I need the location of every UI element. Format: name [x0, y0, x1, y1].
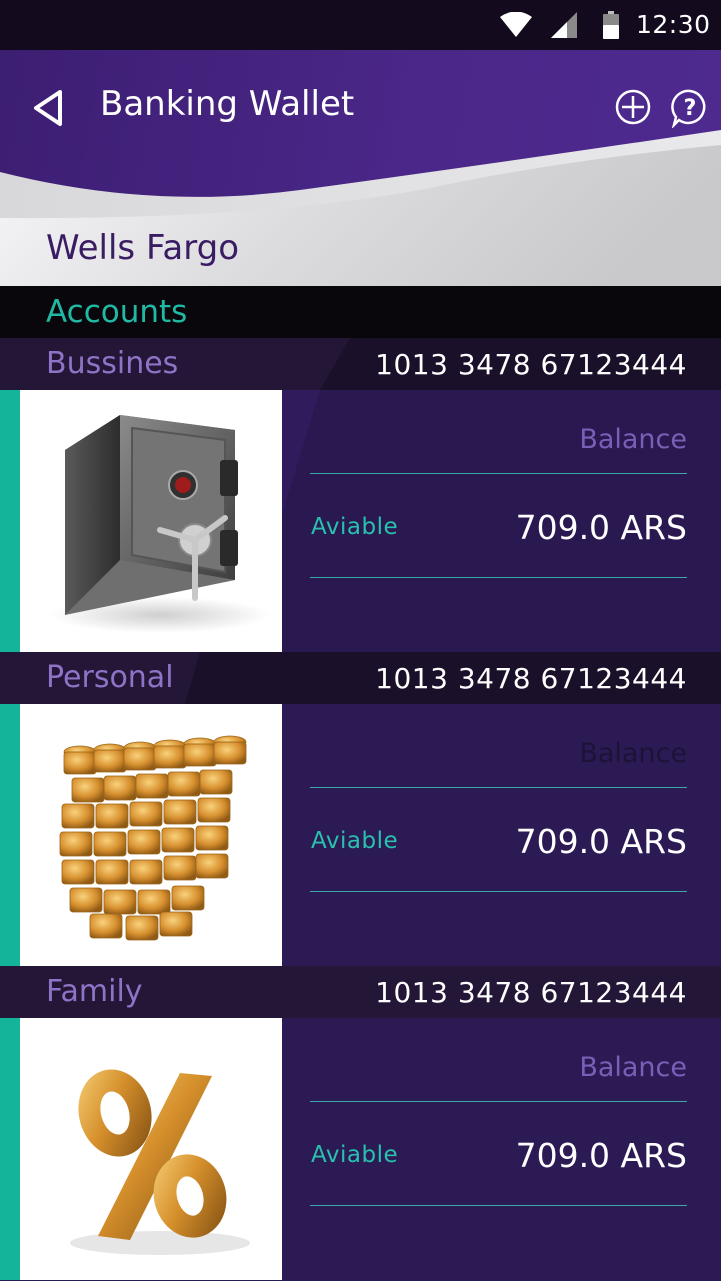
account-body: Balance Aviable 709.0 ARS	[0, 390, 721, 652]
accounts-section-header: Accounts	[0, 286, 721, 338]
balance-label: Balance	[579, 424, 687, 455]
account-header: Bussines 1013 3478 67123444	[0, 338, 721, 390]
available-value: 709.0 ARS	[515, 822, 687, 861]
account-accent-stripe	[0, 704, 20, 966]
divider	[310, 787, 687, 788]
divider	[310, 1205, 687, 1206]
wifi-icon	[500, 12, 532, 37]
divider	[310, 891, 687, 892]
account-header: Personal 1013 3478 67123444	[0, 652, 721, 704]
divider	[310, 473, 687, 474]
bank-name[interactable]: Wells Fargo	[46, 228, 239, 268]
available-value: 709.0 ARS	[515, 1136, 687, 1175]
help-icon[interactable]: ?	[670, 88, 710, 128]
available-label: Aviable	[311, 1142, 399, 1168]
available-value: 709.0 ARS	[515, 508, 687, 547]
account-card[interactable]: Family 1013 3478 67123444 Balance Aviabl…	[0, 966, 721, 1280]
add-circle-icon[interactable]	[614, 88, 652, 126]
account-accent-stripe	[0, 390, 20, 652]
divider	[310, 577, 687, 578]
svg-text:?: ?	[684, 96, 697, 121]
safe-image	[20, 390, 282, 652]
available-label: Aviable	[311, 828, 399, 854]
coin-stacks-image	[0, 704, 282, 966]
percent-symbol-image	[20, 1018, 282, 1280]
account-header: Family 1013 3478 67123444	[0, 966, 721, 1018]
back-icon[interactable]	[28, 88, 68, 128]
signal-icon	[551, 12, 577, 38]
account-number: 1013 3478 67123444	[375, 662, 687, 695]
account-number: 1013 3478 67123444	[375, 348, 687, 381]
account-body: Balance Aviable 709.0 ARS	[0, 1018, 721, 1280]
account-card[interactable]: Bussines 1013 3478 67123444 Balance Avia…	[0, 338, 721, 652]
account-name: Personal	[46, 660, 174, 695]
clock: 12:30	[636, 10, 711, 39]
section-title: Accounts	[46, 294, 188, 330]
balance-label: Balance	[579, 738, 687, 769]
divider	[310, 1101, 687, 1102]
account-card[interactable]: Personal 1013 3478 67123444 Balance Avia…	[0, 652, 721, 966]
account-body: Balance Aviable 709.0 ARS	[0, 704, 721, 966]
account-name: Bussines	[46, 346, 179, 381]
app-header: Banking Wallet ? Wells Fargo	[0, 50, 721, 286]
account-name: Family	[46, 974, 143, 1009]
account-number: 1013 3478 67123444	[375, 976, 687, 1009]
battery-icon	[603, 11, 619, 39]
account-accent-stripe	[0, 1018, 20, 1280]
page-title: Banking Wallet	[100, 84, 355, 124]
status-bar: 12:30	[0, 0, 721, 50]
available-label: Aviable	[311, 514, 399, 540]
balance-label: Balance	[579, 1052, 687, 1083]
